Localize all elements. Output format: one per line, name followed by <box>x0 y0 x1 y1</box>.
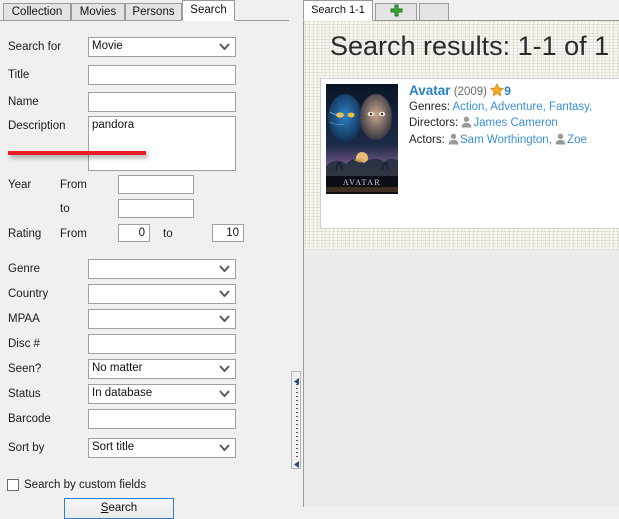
directors-value[interactable]: James Cameron <box>473 117 557 129</box>
splitter-collapse-left-icon-2[interactable] <box>294 459 300 468</box>
annotation-underline <box>8 151 146 155</box>
disc-input[interactable] <box>88 334 236 354</box>
year-to-label: to <box>60 203 70 215</box>
rating-to-label: to <box>163 228 173 240</box>
main-tab-strip: Collection Movies Persons Search <box>0 0 289 21</box>
year-from-input[interactable] <box>118 175 194 194</box>
description-input[interactable]: pandora <box>88 116 236 171</box>
tab-new-search[interactable] <box>375 3 417 21</box>
actor-2[interactable]: Zoe <box>567 134 587 146</box>
tab-movies[interactable]: Movies <box>71 3 125 21</box>
tab-search[interactable]: Search <box>182 0 235 21</box>
year-to-input[interactable] <box>118 199 194 218</box>
sort-by-select[interactable]: Sort title <box>88 438 236 458</box>
results-pane: Search 1-1 Search results: 1-1 of 1 AVAT… <box>303 0 619 507</box>
movie-year: (2009) <box>453 86 487 98</box>
status-select[interactable]: In database <box>88 384 236 404</box>
sort-by-label: Sort by <box>8 442 45 454</box>
movie-rating: 9 <box>504 84 511 98</box>
application-window: Collection Movies Persons Search Search … <box>0 0 619 519</box>
search-form: Search for Movie Title Name Description … <box>0 21 289 519</box>
seen-select[interactable]: No matter <box>88 359 236 379</box>
splitter-dots <box>296 384 298 458</box>
mpaa-label: MPAA <box>8 313 40 325</box>
result-card[interactable]: AVATAR Avatar (2009) 9 Genres: Action, A… <box>320 78 619 229</box>
custom-fields-label: Search by custom fields <box>24 479 147 491</box>
genre-select[interactable] <box>88 259 236 279</box>
rating-from-label: From <box>60 228 87 240</box>
year-from-label: From <box>60 179 87 191</box>
mpaa-select[interactable] <box>88 309 236 329</box>
disc-label: Disc # <box>8 338 40 350</box>
country-label: Country <box>8 288 49 300</box>
splitter-collapse-left-icon[interactable] <box>294 376 300 385</box>
star-icon <box>490 82 505 100</box>
title-label: Title <box>8 69 30 81</box>
tab-persons[interactable]: Persons <box>125 3 182 21</box>
person-icon <box>461 116 472 134</box>
person-icon <box>555 133 566 151</box>
description-label: Description <box>8 120 66 132</box>
tab-collection[interactable]: Collection <box>3 3 71 21</box>
search-for-select[interactable]: Movie <box>88 37 236 57</box>
status-label: Status <box>8 388 41 400</box>
pane-splitter[interactable] <box>289 0 303 507</box>
title-input[interactable] <box>88 65 236 85</box>
country-select[interactable] <box>88 284 236 304</box>
custom-fields-checkbox-row[interactable]: Search by custom fields <box>7 478 237 494</box>
movie-title-row: Avatar (2009) 9 <box>409 82 619 100</box>
name-input[interactable] <box>88 92 236 112</box>
movie-actors-row: Actors: Sam Worthington, Zoe <box>409 133 619 151</box>
genres-value[interactable]: Action, Adventure, Fantasy, <box>452 101 592 113</box>
movie-details: Avatar (2009) 9 Genres: Action, Adventur… <box>409 82 619 151</box>
actors-label: Actors: <box>409 134 445 146</box>
movie-title[interactable]: Avatar <box>409 83 451 98</box>
genres-label: Genres: <box>409 101 450 113</box>
results-heading: Search results: 1-1 of 1 <box>330 31 610 61</box>
person-icon <box>448 133 459 151</box>
search-button[interactable]: Search <box>64 498 174 519</box>
actor-1[interactable]: Sam Worthington, <box>460 134 552 146</box>
svg-text:AVATAR: AVATAR <box>343 178 381 187</box>
rating-to-input[interactable]: 10 <box>212 224 244 242</box>
splitter-grip[interactable] <box>291 371 301 469</box>
name-label: Name <box>8 96 39 108</box>
barcode-input[interactable] <box>88 409 236 429</box>
tab-placeholder <box>419 3 449 21</box>
results-area: Search results: 1-1 of 1 AVATAR Avatar (… <box>303 21 619 507</box>
search-button-label: earch <box>108 502 138 514</box>
results-tab-strip: Search 1-1 <box>303 0 619 21</box>
seen-label: Seen? <box>8 363 42 375</box>
search-pane: Collection Movies Persons Search Search … <box>0 0 289 519</box>
directors-label: Directors: <box>409 116 459 129</box>
custom-fields-checkbox[interactable] <box>7 479 19 491</box>
rating-label: Rating <box>8 228 42 240</box>
movie-directors-row: Directors: James Cameron <box>409 116 619 134</box>
genre-label: Genre <box>8 263 40 275</box>
barcode-label: Barcode <box>8 413 51 425</box>
rating-from-input[interactable]: 0 <box>118 224 150 242</box>
tab-search-1-1[interactable]: Search 1-1 <box>303 0 373 21</box>
year-label: Year <box>8 179 32 191</box>
movie-poster[interactable]: AVATAR <box>326 84 398 194</box>
movie-genres-row: Genres: Action, Adventure, Fantasy, <box>409 100 619 116</box>
search-for-label: Search for <box>8 41 62 53</box>
